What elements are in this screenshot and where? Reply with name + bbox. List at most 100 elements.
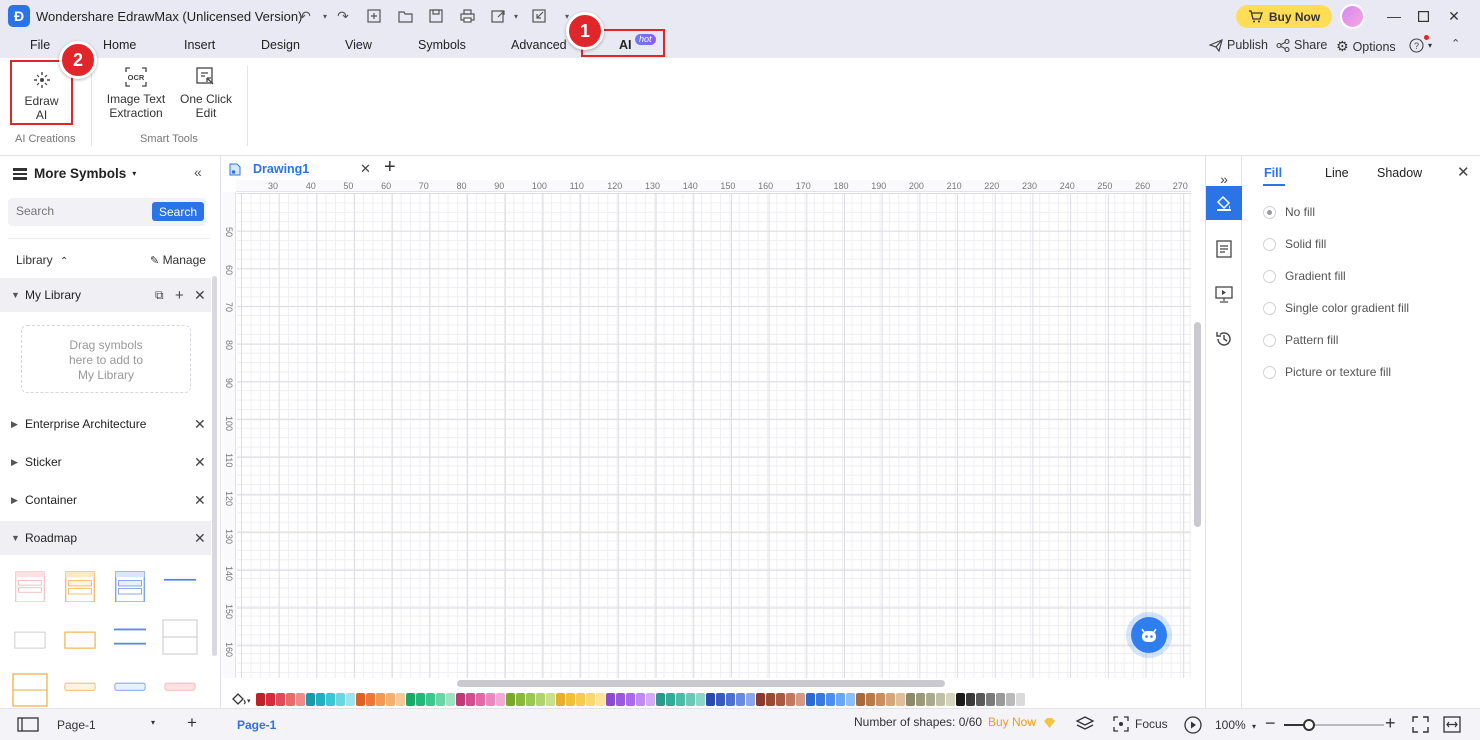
drawing-canvas[interactable] xyxy=(237,193,1191,678)
menu-file[interactable]: File xyxy=(30,38,50,52)
color-swatch[interactable] xyxy=(526,693,535,706)
share-button[interactable]: Share xyxy=(1276,38,1327,52)
color-swatch[interactable] xyxy=(616,693,625,706)
color-swatch[interactable] xyxy=(556,693,565,706)
close-icon[interactable]: ✕ xyxy=(194,287,206,304)
color-swatch[interactable] xyxy=(426,693,435,706)
color-swatch[interactable] xyxy=(566,693,575,706)
roadmap-symbol[interactable] xyxy=(12,672,48,708)
color-swatch[interactable] xyxy=(806,693,815,706)
color-swatch[interactable] xyxy=(406,693,415,706)
color-swatch[interactable] xyxy=(866,693,875,706)
zoom-in-icon[interactable]: + xyxy=(1385,713,1396,734)
fill-option-single-color-gradient[interactable]: Single color gradient fill xyxy=(1263,301,1409,315)
color-swatch[interactable] xyxy=(466,693,475,706)
zoom-out-icon[interactable]: − xyxy=(1265,713,1276,734)
color-swatch[interactable] xyxy=(356,693,365,706)
color-swatch[interactable] xyxy=(706,693,715,706)
close-tab-icon[interactable]: ✕ xyxy=(360,161,371,177)
page-select[interactable]: Page-1 ▾ xyxy=(57,718,155,732)
roadmap-symbol[interactable] xyxy=(112,625,148,657)
export-dropdown-icon[interactable]: ▾ xyxy=(507,7,525,25)
color-swatch[interactable] xyxy=(376,693,385,706)
open-folder-icon[interactable] xyxy=(396,7,414,25)
color-swatch[interactable] xyxy=(976,693,985,706)
color-swatch[interactable] xyxy=(506,693,515,706)
close-icon[interactable]: ✕ xyxy=(194,416,206,433)
menu-home[interactable]: Home xyxy=(103,38,136,52)
color-swatch[interactable] xyxy=(656,693,665,706)
color-swatch[interactable] xyxy=(786,693,795,706)
my-library-drop-zone[interactable]: Drag symbols here to add to My Library xyxy=(21,325,191,393)
color-swatch[interactable] xyxy=(966,693,975,706)
zoom-slider-handle[interactable] xyxy=(1303,719,1315,731)
fit-page-icon[interactable] xyxy=(1412,716,1429,736)
color-swatch[interactable] xyxy=(596,693,605,706)
save-icon[interactable] xyxy=(427,7,445,25)
library-sticker[interactable]: ▶ Sticker ✕ xyxy=(0,445,211,479)
color-swatch[interactable] xyxy=(546,693,555,706)
close-icon[interactable]: ✕ xyxy=(194,454,206,471)
focus-button[interactable]: Focus xyxy=(1113,716,1168,732)
color-swatch[interactable] xyxy=(756,693,765,706)
menu-view[interactable]: View xyxy=(345,38,372,52)
roadmap-symbol[interactable] xyxy=(62,676,98,708)
library-enterprise-architecture[interactable]: ▶ Enterprise Architecture ✕ xyxy=(0,407,211,441)
color-swatch[interactable] xyxy=(626,693,635,706)
color-swatch[interactable] xyxy=(306,693,315,706)
library-toggle[interactable]: Library ⌃ xyxy=(16,253,68,267)
menu-symbols[interactable]: Symbols xyxy=(418,38,466,52)
color-swatch[interactable] xyxy=(416,693,425,706)
radio-button[interactable] xyxy=(1263,237,1276,251)
roadmap-symbol[interactable] xyxy=(12,570,48,602)
color-swatch[interactable] xyxy=(956,693,965,706)
close-window-button[interactable]: ✕ xyxy=(1443,6,1465,26)
add-icon[interactable]: + xyxy=(175,287,184,304)
play-icon[interactable] xyxy=(1184,716,1202,737)
roadmap-symbol[interactable] xyxy=(62,625,98,657)
roadmap-symbol[interactable] xyxy=(112,676,148,708)
print-icon[interactable] xyxy=(458,7,476,25)
menu-advanced[interactable]: Advanced xyxy=(511,38,567,52)
close-icon[interactable]: ✕ xyxy=(194,530,206,547)
manage-button[interactable]: ✎ Manage xyxy=(150,253,206,267)
color-swatch[interactable] xyxy=(736,693,745,706)
fill-option-pattern[interactable]: Pattern fill xyxy=(1263,333,1338,347)
new-tab-icon[interactable]: + xyxy=(384,156,396,179)
tab-fill[interactable]: Fill xyxy=(1264,166,1282,180)
color-swatch[interactable] xyxy=(916,693,925,706)
layers-icon[interactable] xyxy=(1075,716,1095,736)
new-file-icon[interactable] xyxy=(365,7,383,25)
color-swatch[interactable] xyxy=(986,693,995,706)
maximize-button[interactable] xyxy=(1412,6,1434,26)
presentation-icon[interactable] xyxy=(1206,277,1242,311)
color-swatch[interactable] xyxy=(936,693,945,706)
tab-shadow[interactable]: Shadow xyxy=(1377,166,1422,180)
library-my-library[interactable]: ▼ My Library ⧉ + ✕ xyxy=(0,278,211,312)
color-swatch[interactable] xyxy=(746,693,755,706)
fill-option-gradient[interactable]: Gradient fill xyxy=(1263,269,1346,283)
color-swatch[interactable] xyxy=(776,693,785,706)
color-swatch[interactable] xyxy=(636,693,645,706)
color-swatch[interactable] xyxy=(856,693,865,706)
help-button[interactable]: ? ▾ xyxy=(1409,38,1432,53)
color-swatch[interactable] xyxy=(646,693,655,706)
color-swatch[interactable] xyxy=(886,693,895,706)
color-swatch[interactable] xyxy=(836,693,845,706)
menu-design[interactable]: Design xyxy=(261,38,300,52)
zoom-select[interactable]: 100% ▾ xyxy=(1215,718,1256,732)
color-swatch[interactable] xyxy=(496,693,505,706)
color-swatch[interactable] xyxy=(906,693,915,706)
color-swatch[interactable] xyxy=(946,693,955,706)
fill-option-picture-texture[interactable]: Picture or texture fill xyxy=(1263,365,1391,379)
color-swatch[interactable] xyxy=(586,693,595,706)
menu-insert[interactable]: Insert xyxy=(184,38,215,52)
color-swatch[interactable] xyxy=(286,693,295,706)
history-icon[interactable] xyxy=(1206,322,1242,356)
tab-line[interactable]: Line xyxy=(1325,166,1349,180)
color-swatch[interactable] xyxy=(436,693,445,706)
roadmap-symbol[interactable] xyxy=(12,625,48,657)
import-icon[interactable] xyxy=(530,7,548,25)
undo-icon[interactable]: ↶ xyxy=(296,7,314,25)
search-button[interactable]: Search xyxy=(152,202,204,221)
